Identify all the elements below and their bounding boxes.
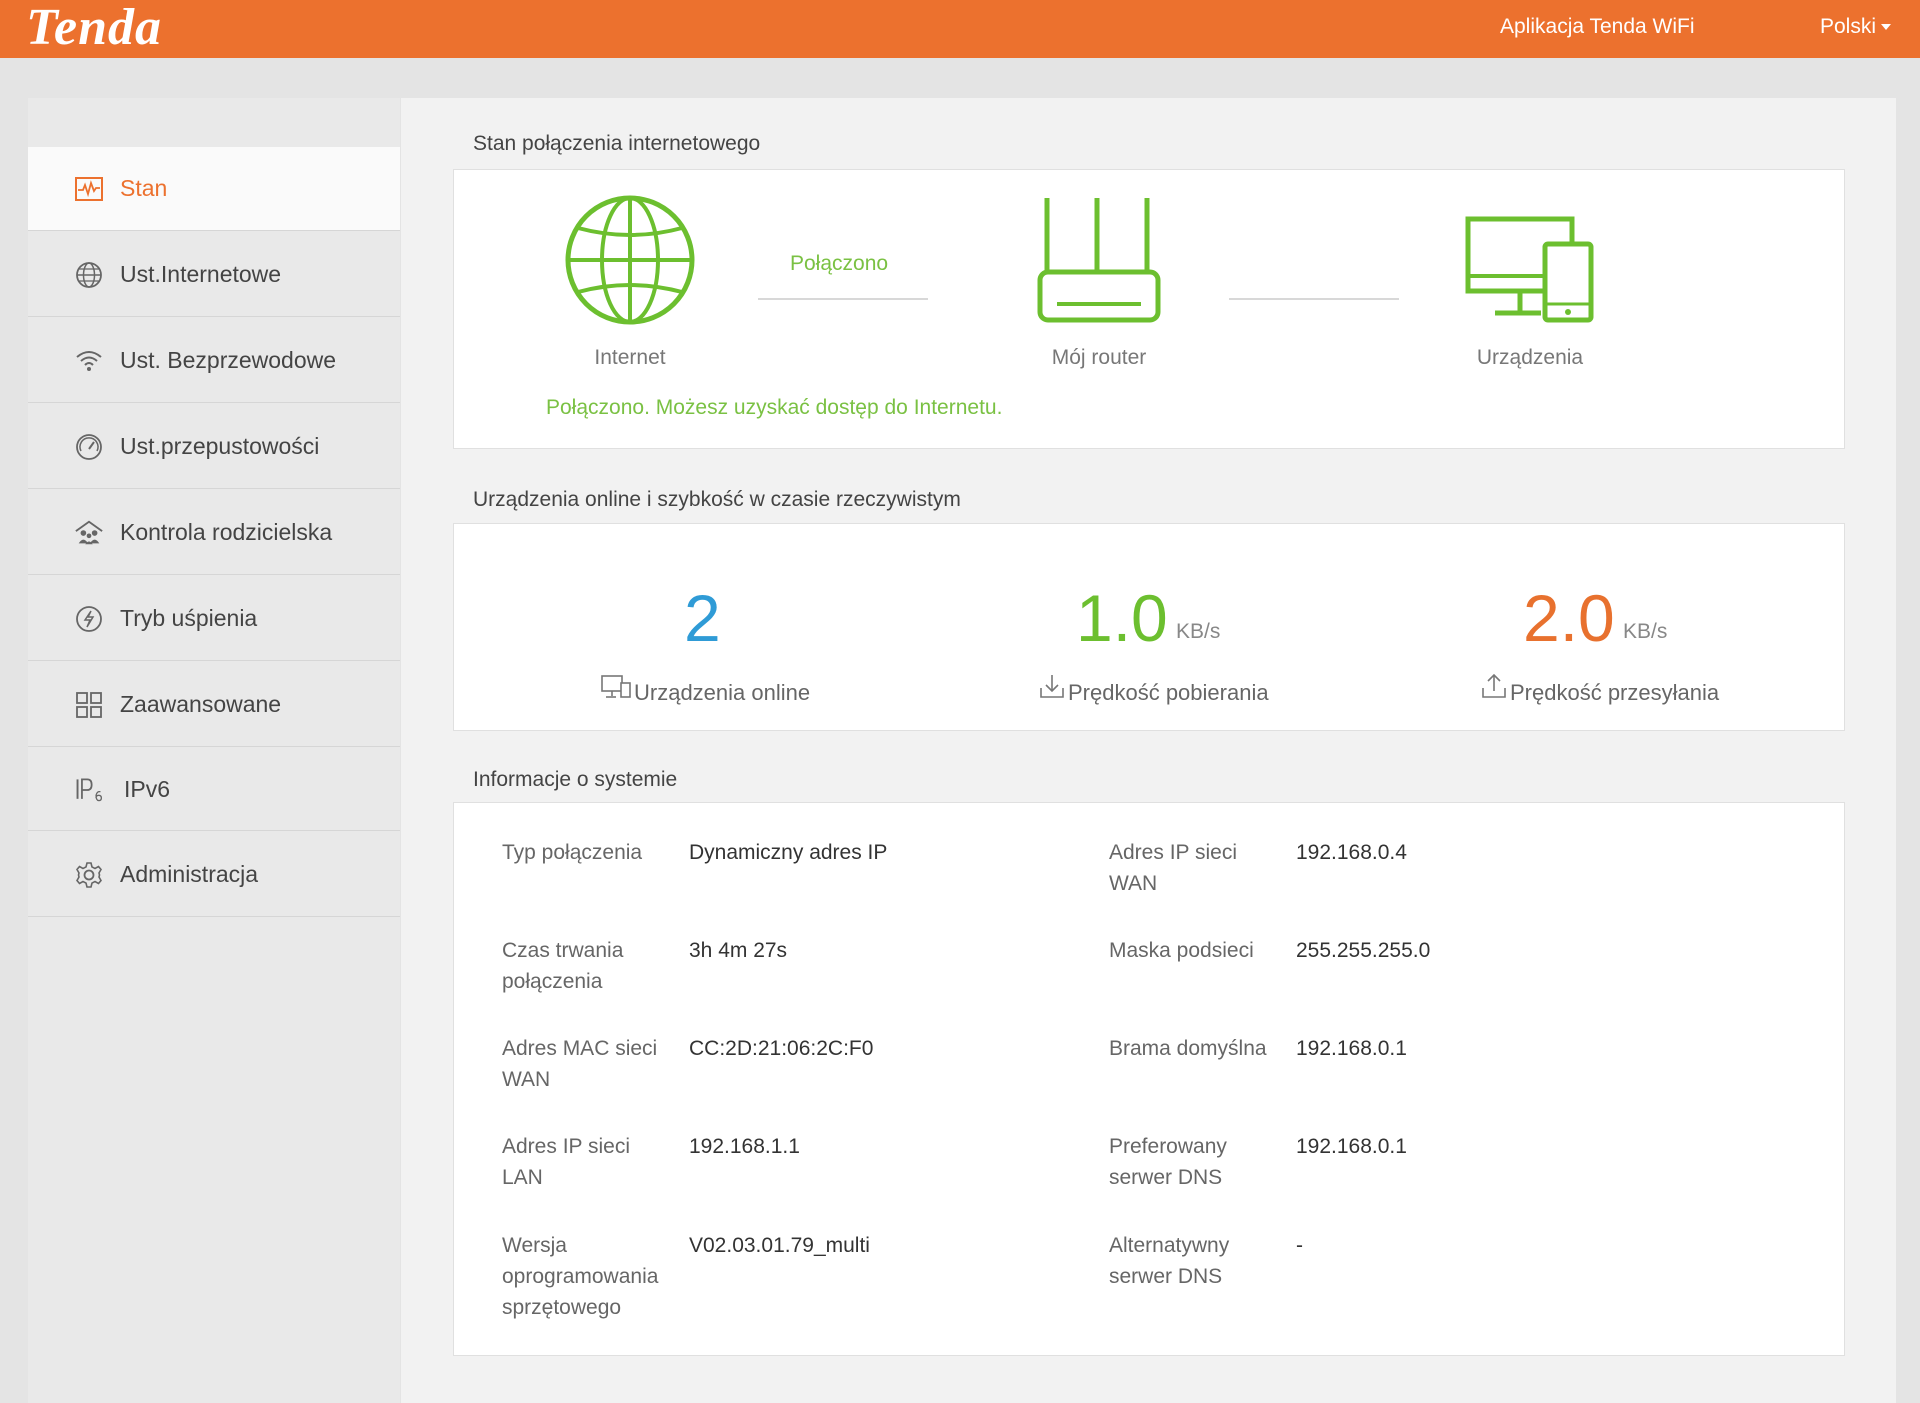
sidebar-item-label: Ust.przepustowości — [120, 433, 320, 459]
sidebar-item-label: Tryb uśpienia — [120, 605, 258, 631]
info-value: 192.168.0.4 — [1296, 841, 1407, 864]
globe-icon — [74, 260, 104, 290]
connection-status-title: Stan połączenia internetowego — [473, 132, 761, 155]
sidebar-item-label: Administracja — [120, 861, 259, 887]
info-key: Adres IP sieci WAN — [1109, 841, 1237, 895]
info-value: 192.168.0.1 — [1296, 1135, 1407, 1158]
devices-icon[interactable] — [1465, 216, 1595, 329]
online-devices-caption: Urządzenia online — [600, 672, 810, 706]
grid-icon — [74, 690, 104, 720]
download-speed-label: Prędkość pobierania — [1068, 680, 1269, 705]
sidebar-item-internet[interactable]: Ust.Internetowe — [28, 233, 400, 317]
upload-icon — [1480, 672, 1510, 706]
info-value: 255.255.255.0 — [1296, 939, 1431, 962]
devices-label: Urządzenia — [1476, 346, 1584, 369]
internet-router-link — [758, 298, 928, 300]
download-speed-caption: Prędkość pobierania — [1038, 672, 1269, 706]
info-key: Brama domyślna — [1109, 1037, 1267, 1060]
main-content: Stan połączenia internetowego Internet P… — [401, 98, 1896, 1403]
tenda-wifi-app-link[interactable]: Aplikacja Tenda WiFi — [1500, 15, 1695, 39]
status-icon — [74, 174, 104, 204]
sidebar-item-label: Ust. Bezprzewodowe — [120, 347, 337, 373]
info-key: Adres MAC sieci WAN — [502, 1037, 658, 1091]
ipv6-icon — [74, 775, 104, 805]
upload-speed-label: Prędkość przesyłania — [1510, 680, 1720, 705]
chevron-down-icon — [1881, 24, 1892, 31]
info-value: 192.168.0.1 — [1296, 1037, 1407, 1060]
language-selector[interactable]: Polski — [1820, 15, 1892, 39]
info-value: V02.03.01.79_multi — [689, 1234, 870, 1257]
sidebar-item-bandwidth[interactable]: Ust.przepustowości — [28, 405, 400, 489]
sidebar-item-status[interactable]: Stan — [28, 147, 400, 231]
info-value: 192.168.1.1 — [689, 1135, 800, 1158]
router-icon[interactable] — [1037, 194, 1161, 331]
sidebar-item-label: Kontrola rodzicielska — [120, 519, 333, 545]
internet-label: Internet — [594, 346, 666, 369]
info-key: Czas trwania połączenia — [502, 939, 624, 993]
connection-message: Połączono. Możesz uzyskać dostęp do Inte… — [546, 396, 1003, 419]
info-value: 3h 4m 27s — [689, 939, 788, 962]
sidebar: Stan Ust.Internetowe Ust. Bezprzewodowe … — [28, 98, 400, 1403]
info-key: Alternatywny serwer DNS — [1109, 1234, 1230, 1288]
sidebar-item-wireless[interactable]: Ust. Bezprzewodowe — [28, 319, 400, 403]
upload-speed-value: 2.0 — [1523, 581, 1615, 655]
info-key: Adres IP sieci LAN — [502, 1135, 630, 1189]
sidebar-item-sleep-mode[interactable]: Tryb uśpienia — [28, 577, 400, 661]
link-status-label: Połączono — [790, 252, 889, 275]
info-key: Wersja oprogramowania sprzętowego — [502, 1234, 659, 1319]
language-label: Polski — [1820, 15, 1877, 38]
router-devices-link — [1229, 298, 1399, 300]
info-value: Dynamiczny adres IP — [689, 841, 888, 864]
info-key: Preferowany serwer DNS — [1109, 1135, 1227, 1189]
download-icon — [1038, 672, 1068, 706]
sidebar-item-advanced[interactable]: Zaawansowane — [28, 663, 400, 747]
online-devices-count: 2 — [684, 581, 721, 655]
download-speed-value: 1.0 — [1076, 581, 1168, 655]
gear-icon — [74, 860, 104, 890]
sleep-icon — [74, 604, 104, 634]
connection-status-card: Internet Połączono Mój router Urządzenia… — [453, 169, 1845, 449]
online-devices-label: Urządzenia online — [634, 680, 811, 705]
speedometer-icon — [74, 432, 104, 462]
sidebar-item-ipv6[interactable]: IPv6 — [28, 749, 400, 831]
realtime-card: 2 Urządzenia online 1.0 KB/s Prędkość po… — [453, 523, 1845, 731]
download-speed-unit: KB/s — [1176, 620, 1221, 643]
realtime-title: Urządzenia online i szybkość w czasie rz… — [473, 488, 961, 511]
tenda-logo[interactable]: Tenda — [26, 0, 162, 57]
sidebar-item-label: IPv6 — [124, 776, 171, 802]
top-header: Tenda Aplikacja Tenda WiFi Polski — [0, 0, 1920, 58]
info-key: Maska podsieci — [1109, 939, 1254, 962]
sidebar-item-label: Zaawansowane — [120, 691, 282, 717]
upload-speed-unit: KB/s — [1623, 620, 1668, 643]
sidebar-item-administration[interactable]: Administracja — [28, 833, 400, 917]
info-value: - — [1296, 1234, 1303, 1257]
globe-icon[interactable] — [564, 194, 696, 331]
system-info-title: Informacje o systemie — [473, 768, 678, 791]
info-key: Typ połączenia — [502, 841, 643, 864]
sidebar-item-label: Ust.Internetowe — [120, 261, 282, 287]
wifi-icon — [74, 346, 104, 376]
monitor-icon — [600, 672, 634, 706]
upload-speed-caption: Prędkość przesyłania — [1480, 672, 1719, 706]
family-icon — [74, 518, 104, 548]
sidebar-item-parental-control[interactable]: Kontrola rodzicielska — [28, 491, 400, 575]
system-info-card: Typ połączenia Dynamiczny adres IP Czas … — [453, 802, 1845, 1356]
sidebar-item-label: Stan — [120, 175, 168, 201]
router-label: Mój router — [1051, 346, 1147, 369]
info-value: CC:2D:21:06:2C:F0 — [689, 1037, 874, 1060]
